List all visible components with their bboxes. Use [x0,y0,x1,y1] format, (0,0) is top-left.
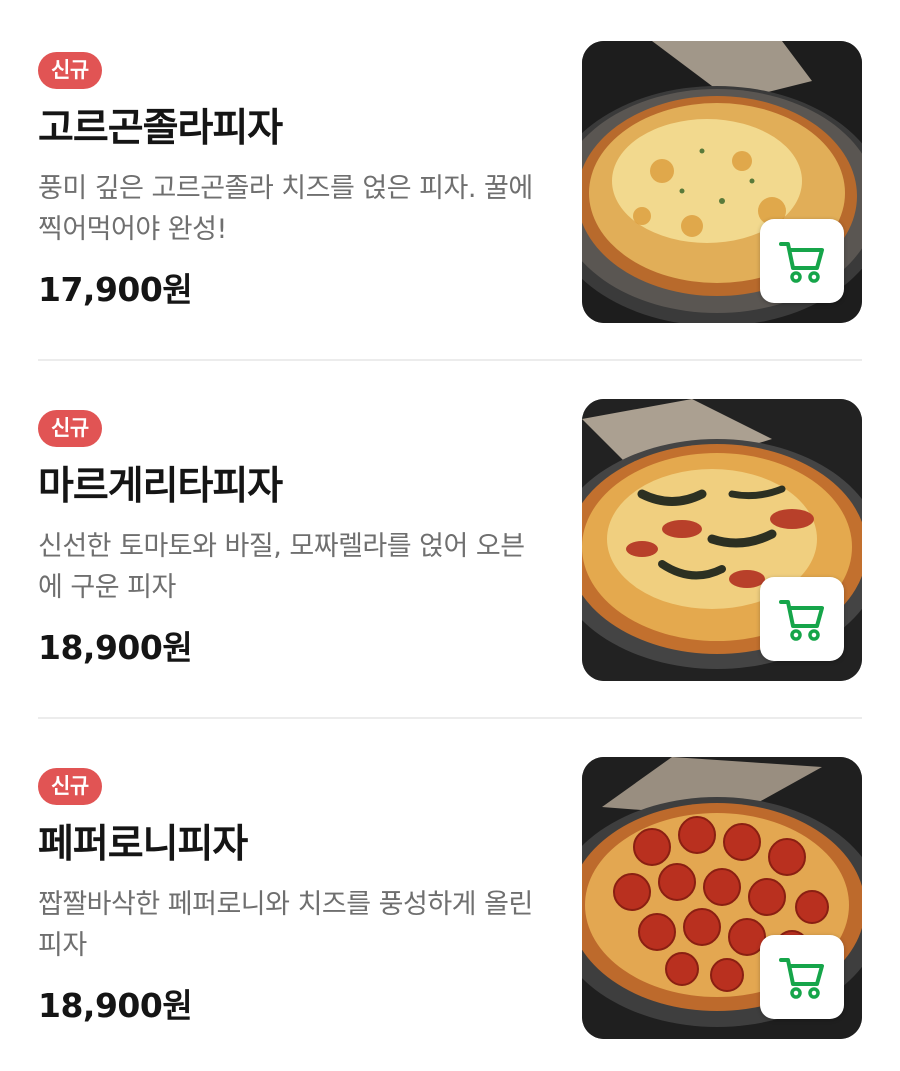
menu-item-image[interactable] [582,41,862,323]
menu-list: 신규 고르곤졸라피자 풍미 깊은 고르곤졸라 치즈를 얹은 피자. 꿀에 찍어먹… [0,0,900,1071]
menu-item-price: 17,900원 [38,270,193,309]
divider [38,717,862,719]
shopping-cart-icon [779,600,824,641]
new-badge: 신규 [38,768,102,805]
menu-item-name[interactable]: 페퍼로니피자 [38,820,248,870]
menu-item-description: 풍미 깊은 고르곤졸라 치즈를 얹은 피자. 꿀에 찍어먹어야 완성! [38,173,533,245]
add-to-cart-button[interactable] [760,935,844,1019]
shopping-cart-icon [779,958,824,999]
menu-item-name[interactable]: 고르곤졸라피자 [38,104,283,154]
menu-item[interactable]: 신규 페퍼로니피자 짭짤바삭한 페퍼로니와 치즈를 풍성하게 올린 피자 18,… [38,757,862,1039]
shopping-cart-icon [779,242,824,283]
menu-item-price: 18,900원 [38,628,193,667]
menu-item-description: 짭짤바삭한 페퍼로니와 치즈를 풍성하게 올린 피자 [38,889,533,961]
menu-item[interactable]: 신규 고르곤졸라피자 풍미 깊은 고르곤졸라 치즈를 얹은 피자. 꿀에 찍어먹… [38,41,862,323]
new-badge: 신규 [38,52,102,89]
add-to-cart-button[interactable] [760,219,844,303]
menu-item-price: 18,900원 [38,986,193,1025]
menu-item-image[interactable] [582,757,862,1039]
menu-item-name[interactable]: 마르게리타피자 [38,462,283,512]
menu-item-image[interactable] [582,399,862,681]
add-to-cart-button[interactable] [760,577,844,661]
menu-item-description: 신선한 토마토와 바질, 모짜렐라를 얹어 오븐에 구운 피자 [38,531,525,603]
divider [38,359,862,361]
menu-item[interactable]: 신규 마르게리타피자 신선한 토마토와 바질, 모짜렐라를 얹어 오븐에 구운 … [38,399,862,681]
new-badge: 신규 [38,410,102,447]
